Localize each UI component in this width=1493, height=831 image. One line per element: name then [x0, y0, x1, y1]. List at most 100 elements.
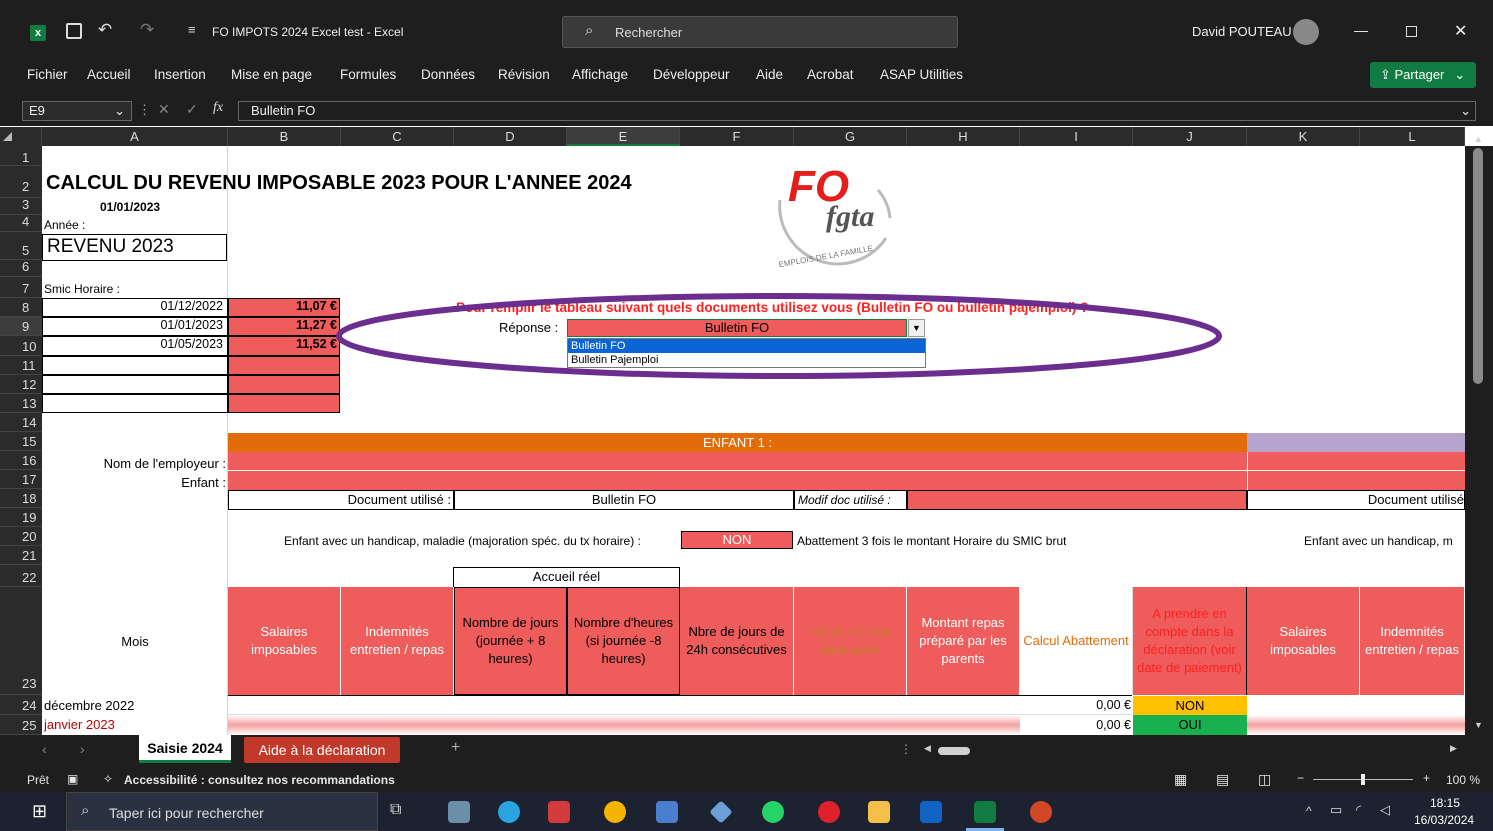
tab-formules[interactable]: Formules	[340, 67, 396, 82]
row-header-16[interactable]: 16	[0, 451, 42, 470]
sheet-tab-saisie[interactable]: Saisie 2024	[139, 735, 231, 763]
outlook-icon[interactable]	[920, 801, 942, 823]
col-header-f[interactable]: F	[680, 127, 794, 146]
smic-value-cell[interactable]: 11,52 €	[228, 336, 340, 356]
row-header-14[interactable]: 14	[0, 413, 42, 432]
snipping-tool-icon[interactable]	[548, 801, 570, 823]
customize-toolbar-icon[interactable]: ≡	[188, 22, 196, 37]
col-header-c[interactable]: C	[341, 127, 454, 146]
prev-sheet-icon[interactable]: ‹	[42, 741, 47, 757]
next-sheet-icon[interactable]: ›	[80, 741, 85, 757]
page-layout-icon[interactable]: ▤	[1216, 771, 1229, 788]
mois-cell[interactable]: décembre 2022	[44, 698, 134, 713]
task-view-icon[interactable]: ⧉	[390, 801, 401, 819]
smic-date-cell[interactable]: 01/05/2023	[42, 336, 228, 356]
smic-date-cell[interactable]: 01/01/2023	[42, 317, 228, 336]
expand-formula-icon[interactable]: ⌄	[1460, 102, 1471, 120]
smic-value-cell[interactable]	[228, 356, 340, 375]
row-header-6[interactable]: 6	[0, 260, 42, 277]
smic-value-cell[interactable]: 11,07 €	[228, 298, 340, 317]
smic-value-cell[interactable]: 11,27 €	[228, 317, 340, 336]
row-header-12[interactable]: 12	[0, 375, 42, 394]
row-header-8[interactable]: 8	[0, 298, 42, 317]
battery-icon[interactable]: ▭	[1330, 802, 1342, 818]
confirm-icon[interactable]: ✓	[186, 101, 198, 118]
tab-aide[interactable]: Aide	[756, 67, 783, 82]
page-break-icon[interactable]: ◫	[1258, 771, 1271, 788]
powerpoint-icon[interactable]	[1030, 801, 1052, 823]
taskbar-search[interactable]: ⌕ Taper ici pour rechercher	[66, 792, 378, 831]
row-header-22[interactable]: 22	[0, 565, 42, 587]
row-header-1[interactable]: 1	[0, 146, 42, 166]
formula-input[interactable]: Bulletin FO ⌄	[238, 101, 1476, 121]
prendre-compte-cell[interactable]: OUI	[1133, 715, 1247, 735]
chevron-up-icon[interactable]: ^	[1306, 804, 1312, 818]
table-row[interactable]	[1247, 715, 1465, 735]
row-header-13[interactable]: 13	[0, 394, 42, 413]
zoom-slider-handle[interactable]	[1361, 774, 1365, 785]
name-box[interactable]: E9 ⌄	[22, 101, 132, 121]
row-header-4[interactable]: 4	[0, 215, 42, 232]
document-utilise-value[interactable]: Bulletin FO	[454, 490, 794, 510]
normal-view-icon[interactable]: ▦	[1174, 771, 1187, 788]
row-header-18[interactable]: 18	[0, 489, 42, 508]
enfant-cell[interactable]	[1247, 471, 1465, 490]
mois-cell[interactable]: janvier 2023	[44, 717, 115, 732]
horizontal-scroll-thumb[interactable]	[938, 747, 970, 755]
select-all-corner[interactable]	[0, 127, 42, 146]
handicap-value[interactable]: NON	[681, 531, 793, 549]
col-header-j[interactable]: J	[1133, 127, 1247, 146]
search-box[interactable]: ⌕ Rechercher	[562, 16, 958, 48]
row-header-11[interactable]: 11	[0, 356, 42, 375]
row-header-17[interactable]: 17	[0, 470, 42, 489]
row-header-25[interactable]: 25	[0, 715, 42, 735]
smic-value-cell[interactable]	[228, 375, 340, 394]
clock-time[interactable]: 18:15	[1430, 796, 1460, 810]
redo-icon[interactable]: ↷	[140, 20, 154, 40]
tab-revision[interactable]: Révision	[498, 67, 550, 82]
row-header-20[interactable]: 20	[0, 527, 42, 546]
tab-developpeur[interactable]: Développeur	[653, 67, 730, 82]
accessibility-status[interactable]: Accessibilité : consultez nos recommanda…	[124, 773, 395, 787]
scroll-down-icon[interactable]: ▼	[1474, 720, 1483, 730]
worksheet-grid[interactable]: CALCUL DU REVENU IMPOSABLE 2023 POUR L'A…	[42, 146, 1465, 735]
share-button[interactable]: ⇪ Partager ⌄	[1370, 62, 1476, 88]
table-row[interactable]	[228, 695, 1132, 715]
col-header-d[interactable]: D	[454, 127, 567, 146]
tab-fichier[interactable]: Fichier	[27, 67, 68, 82]
excel-icon[interactable]	[974, 801, 996, 823]
close-icon[interactable]: ✕	[1454, 21, 1467, 41]
col-header-h[interactable]: H	[907, 127, 1020, 146]
function-icon[interactable]: fx	[213, 100, 223, 116]
tab-accueil[interactable]: Accueil	[87, 67, 131, 82]
col-header-b[interactable]: B	[228, 127, 341, 146]
tab-asap-utilities[interactable]: ASAP Utilities	[880, 67, 963, 82]
tab-affichage[interactable]: Affichage	[572, 67, 628, 82]
modif-doc-cell[interactable]	[907, 490, 1247, 510]
smic-date-cell[interactable]	[42, 394, 228, 413]
row-header-15[interactable]: 15	[0, 432, 42, 451]
tab-donnees[interactable]: Données	[421, 67, 475, 82]
telegram-icon[interactable]	[498, 801, 520, 823]
tab-acrobat[interactable]: Acrobat	[807, 67, 854, 82]
volume-icon[interactable]: ◁	[1380, 802, 1390, 818]
smic-date-cell[interactable]	[42, 375, 228, 394]
row-header-2[interactable]: 2	[0, 166, 42, 198]
row-header-24[interactable]: 24	[0, 695, 42, 715]
row-header-7[interactable]: 7	[0, 277, 42, 298]
scroll-up-icon[interactable]: ▲	[1474, 134, 1483, 144]
chrome-icon[interactable]	[604, 801, 626, 823]
col-header-g[interactable]: G	[794, 127, 907, 146]
nom-employeur-cell[interactable]	[1247, 452, 1465, 471]
app-icon[interactable]	[709, 800, 733, 824]
avatar[interactable]	[1293, 19, 1319, 45]
file-explorer-icon[interactable]	[868, 801, 890, 823]
smic-value-cell[interactable]	[228, 394, 340, 413]
calcul-abattement-cell[interactable]: 0,00 €	[1020, 696, 1131, 715]
col-header-k[interactable]: K	[1247, 127, 1360, 146]
undo-icon[interactable]: ↶	[98, 20, 112, 40]
wifi-icon[interactable]: ◜	[1356, 802, 1361, 818]
vertical-scroll-thumb[interactable]	[1473, 148, 1483, 384]
minimize-icon[interactable]: —	[1354, 22, 1368, 38]
zoom-out-icon[interactable]: −	[1297, 771, 1304, 785]
